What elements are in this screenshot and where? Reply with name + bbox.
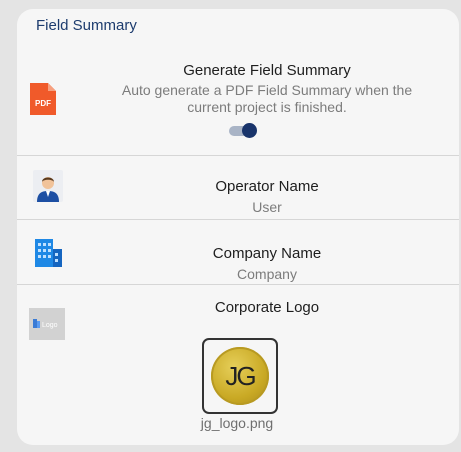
company-name-label: Company Name [212, 245, 322, 262]
toggle-thumb [242, 123, 257, 138]
generate-summary-toggle[interactable] [228, 122, 258, 138]
building-icon [33, 237, 63, 272]
generate-summary-description-line2: current project is finished. [187, 99, 347, 115]
operator-name-label: Operator Name [215, 178, 319, 195]
operator-name-row[interactable]: Operator Name User [17, 156, 459, 219]
company-name-row[interactable]: Company Name Company [17, 220, 459, 284]
operator-name-value: User [252, 199, 282, 215]
company-name-value: Company [237, 266, 297, 282]
field-summary-card: Field Summary PDF Generate Field Summary… [17, 9, 459, 445]
person-icon [33, 170, 63, 207]
generate-summary-description-line1: Auto generate a PDF Field Summary when t… [121, 82, 413, 98]
corporate-logo-image[interactable]: JG [202, 338, 278, 414]
pdf-icon: PDF [30, 83, 56, 120]
logo-thumbnail-icon: Logo [29, 308, 65, 345]
logo-filename: jg_logo.png [200, 415, 274, 431]
corporate-logo-label: Corporate Logo [214, 299, 320, 316]
generate-summary-section: PDF Generate Field Summary Auto generate… [17, 9, 459, 155]
generate-summary-label: Generate Field Summary [183, 62, 351, 79]
jg-logo: JG [211, 347, 269, 405]
pdf-icon-text: PDF [35, 99, 51, 108]
logo-thumbnail-text: Logo [42, 322, 58, 329]
